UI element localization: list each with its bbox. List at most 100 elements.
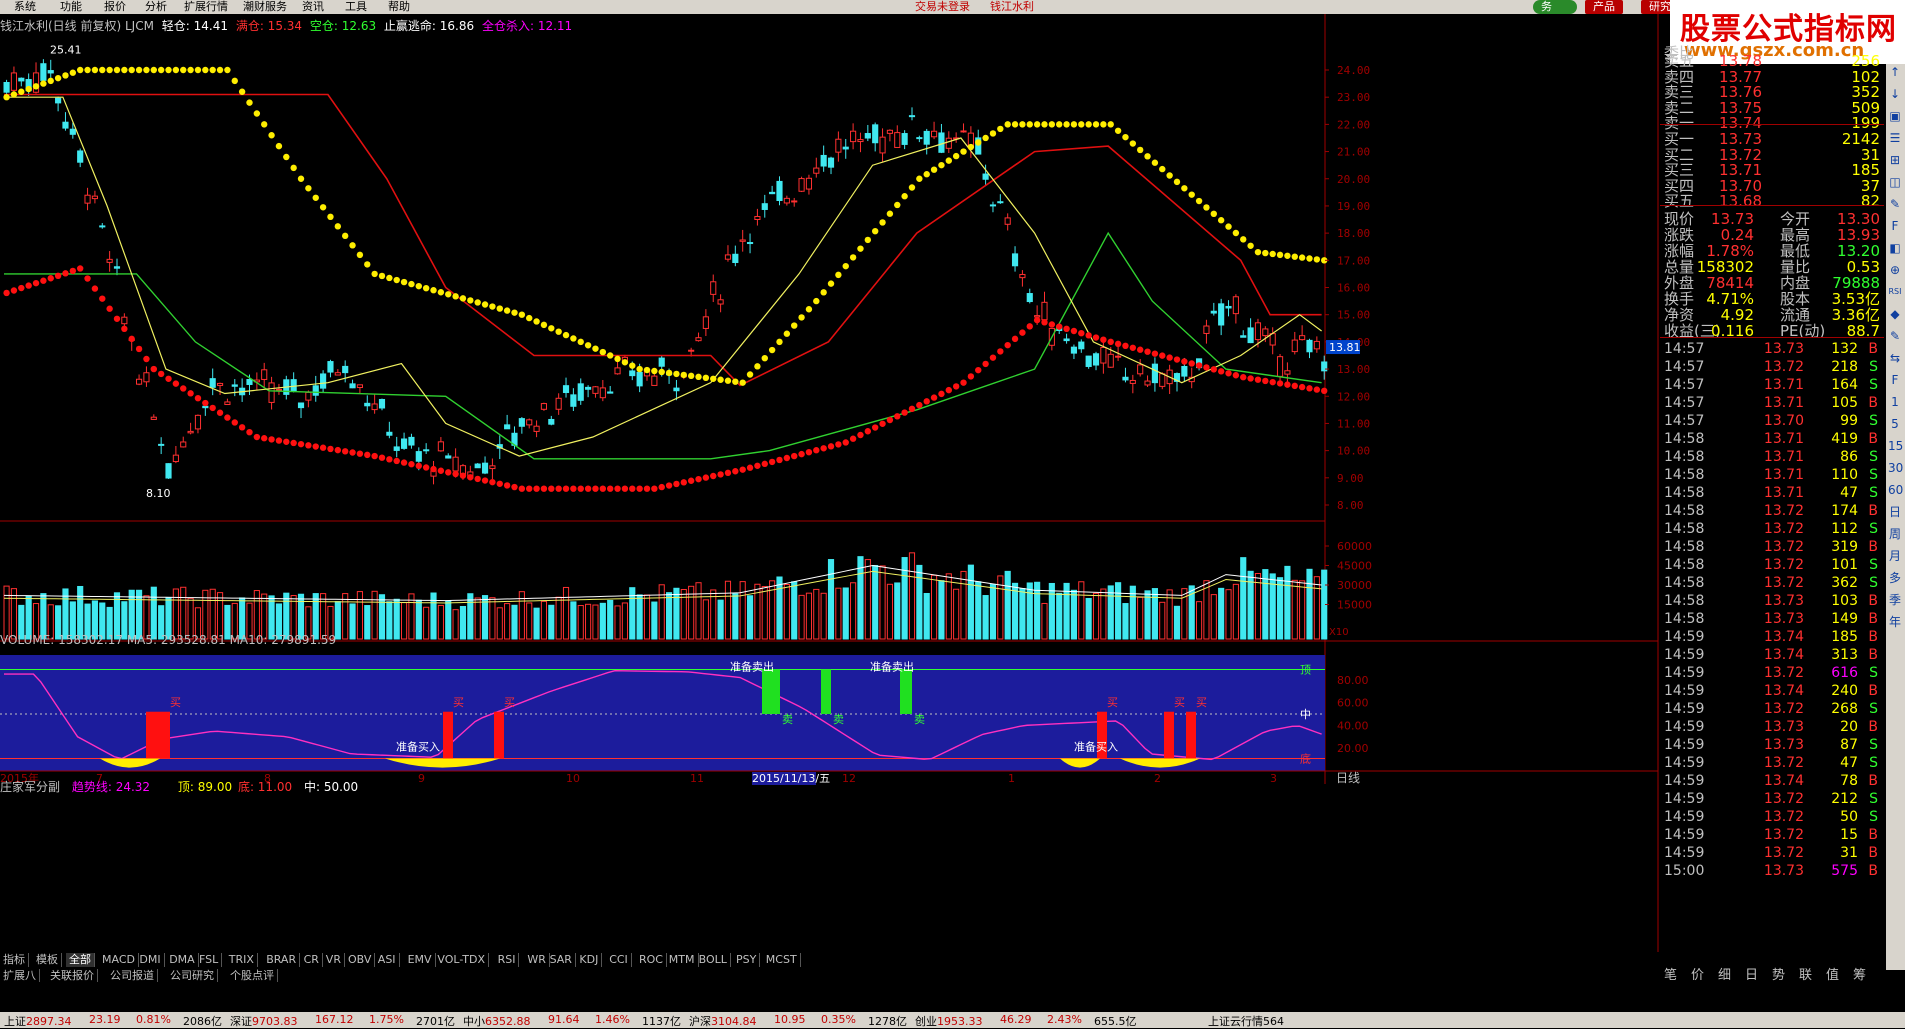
quote-tab[interactable]: 细 [1718,968,1731,983]
toolbar-icon[interactable]: ⇆ [1888,350,1902,366]
indicator-tab[interactable]: PSY [733,953,761,967]
indicator-tab[interactable]: DMA [166,953,199,967]
toolbar-icon[interactable]: 季 [1888,592,1902,608]
toolbar-icon[interactable]: ▣ [1888,108,1902,124]
indicator-tab[interactable]: VOL-TDX [434,953,489,967]
toolbar-icon[interactable]: F [1888,218,1902,234]
full-buy-dot [776,456,783,464]
toolbar-icon[interactable]: 年 [1888,614,1902,630]
product-button[interactable]: 产品 [1585,0,1623,14]
indicator-tab[interactable]: FSL [196,953,223,967]
indicator-tab[interactable]: 模板 [33,953,62,967]
menu-news[interactable]: 资讯 [302,0,324,13]
menu-quote[interactable]: 报价 [104,0,126,13]
indicator-tab[interactable]: EMV [405,953,436,967]
indicator-tab[interactable]: KDJ [576,953,603,967]
candle-body [555,397,562,410]
indicator-tab[interactable]: OBV [345,953,376,967]
indicator-tab[interactable]: ASI [375,953,400,967]
quote-tab[interactable]: 值 [1826,968,1839,983]
toolbar-icon[interactable]: 多 [1888,570,1902,586]
toolbar-icon[interactable]: ◧ [1888,240,1902,256]
candle-body [1225,305,1232,309]
toolbar-icon[interactable]: F [1888,372,1902,388]
toolbar-icon[interactable]: ✎ [1888,328,1902,344]
candle-body [246,379,253,385]
menu-system[interactable]: 系统 [14,0,36,13]
toolbar-icon[interactable]: 15 [1888,438,1903,454]
full-buy-dot [69,267,77,275]
menu-function[interactable]: 功能 [60,0,82,13]
full-buy-dot [614,485,621,492]
volume-bar [467,593,474,640]
toolbar-icon[interactable]: 5 [1888,416,1902,432]
quote-tab[interactable]: 联 [1799,968,1812,983]
full-buy-dot [1129,344,1137,351]
chart-area[interactable]: 顶中底买买买买买买卖卖卖准备卖出 准备卖出准备买入 准备买入 24.0023.002… [0,14,1660,952]
indicator-tab[interactable]: MTM [666,953,699,967]
stop-profit-dot [791,322,798,329]
info-tab[interactable]: 公司报道 [107,969,158,982]
stop-profit-dot [606,352,614,359]
menu-help[interactable]: 帮助 [388,0,410,13]
toolbar-icon[interactable]: ↑ [1888,64,1902,80]
toolbar-icon[interactable]: ◫ [1888,174,1902,190]
candle-body [739,239,746,242]
trade-status[interactable]: 交易未登录 [915,0,970,13]
toolbar-icon[interactable]: 日 [1888,504,1902,520]
info-tab[interactable]: 扩展八 [0,969,40,982]
quote-tab[interactable]: 日 [1745,968,1758,983]
toolbar-icon[interactable]: 1 [1888,394,1902,410]
price-tick-label: 16.00 [1337,282,1370,295]
quote-tab[interactable]: 筹 [1853,968,1866,983]
bid-row[interactable]: 买五 13.68 82 [1660,192,1884,211]
stop-profit-dot [1254,248,1262,256]
indicator-tab[interactable]: CR [301,953,323,967]
full-buy-dot [952,383,960,390]
indicator-tab[interactable]: RSI [495,953,520,967]
menu-service[interactable]: 潮财服务 [243,0,287,13]
indicator-tab[interactable]: 指标 [0,953,29,967]
toolbar-icon[interactable]: 60 [1888,482,1903,498]
tick-row: 14:58 13.71 419 B [1664,431,1878,447]
info-tab[interactable]: 公司研究 [167,969,218,982]
indicator-tab[interactable]: MACD [99,953,139,967]
info-tab[interactable]: 关联报价 [47,969,98,982]
toolbar-icon[interactable]: ◆ [1888,306,1902,322]
menu-analysis[interactable]: 分析 [145,0,167,13]
service-button[interactable]: 务 [1533,0,1577,14]
indicator-tab[interactable]: BOLL [696,953,731,967]
toolbar-icon[interactable]: ☰ [1888,130,1902,146]
indicator-tab[interactable]: SAR [547,953,576,967]
indicator-tab[interactable]: DMI [136,953,165,967]
volume-bar [1232,583,1239,640]
toolbar-icon[interactable]: ✎ [1888,196,1902,212]
indicator-tab[interactable]: MCST [763,953,801,967]
stop-profit-dot [680,371,687,379]
indicator-tab[interactable]: 全部 [66,953,95,967]
toolbar-icon[interactable]: 30 [1888,460,1903,476]
volume-bar [10,588,18,640]
info-tab[interactable]: 个股点评 [227,969,278,982]
full-buy-dot [658,483,665,491]
menu-extended[interactable]: 扩展行情 [184,0,228,13]
toolbar-icon[interactable]: RSI [1888,284,1902,300]
indicator-tab[interactable]: ROC [636,953,667,967]
indicator-tab[interactable]: BRAR [263,953,301,967]
toolbar-icon[interactable]: 月 [1888,548,1902,564]
volume-bar [209,588,216,640]
quote-tab[interactable]: 价 [1691,968,1704,983]
indicator-tab[interactable]: VR [323,953,345,967]
indicator-tab[interactable]: CCI [606,953,632,967]
indicator-tab[interactable]: TRIX [226,953,258,967]
full-buy-dot [526,485,533,492]
quote-tab[interactable]: 笔 [1664,968,1677,983]
quote-tab[interactable]: 势 [1772,968,1785,983]
toolbar-icon[interactable]: ↓ [1888,86,1902,102]
toolbar-icon[interactable]: ⊕ [1888,262,1902,278]
toolbar-icon[interactable]: ⊞ [1888,152,1902,168]
status-item: 167.12 [315,1013,354,1026]
menu-tools[interactable]: 工具 [345,0,367,13]
toolbar-icon[interactable]: 周 [1888,526,1902,542]
stop-profit-dot [1166,172,1173,179]
